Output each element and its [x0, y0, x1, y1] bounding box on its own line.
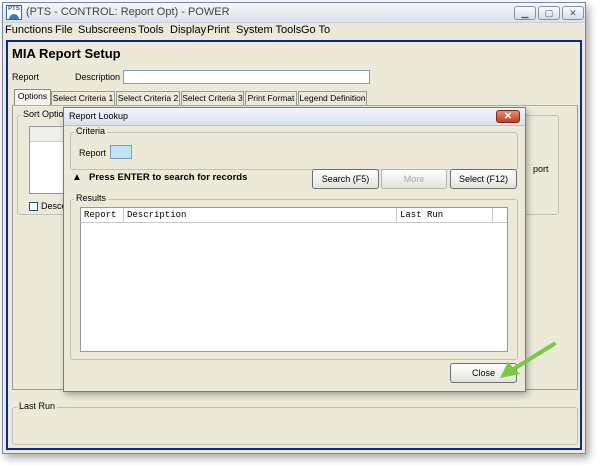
tab-select-criteria-1[interactable]: Select Criteria 1 — [51, 91, 115, 105]
lookup-report-input[interactable] — [110, 145, 132, 159]
minimize-icon[interactable]: ▁ — [514, 6, 536, 20]
triangle-up-icon: ▲ — [72, 172, 82, 183]
menu-subscreens[interactable]: Subscreens — [78, 24, 136, 36]
dialog-close-icon[interactable]: ✕ — [496, 110, 520, 123]
description-input[interactable] — [123, 70, 370, 84]
column-header-last-run[interactable]: Last Run — [397, 208, 493, 223]
menu-tools[interactable]: Tools — [138, 24, 164, 36]
menu-print[interactable]: Print — [207, 24, 230, 36]
app-logo-icon: PTS — [6, 5, 22, 20]
criteria-label: Criteria — [74, 126, 108, 136]
window-titlebar[interactable]: PTS (PTS - CONTROL: Report Opt) - POWER … — [3, 3, 585, 23]
descending-checkbox[interactable] — [29, 202, 38, 211]
description-label: Description — [75, 72, 121, 82]
close-icon[interactable]: ✕ — [562, 6, 584, 20]
search-button[interactable]: Search (F5) — [312, 169, 379, 189]
report-options-label: port — [533, 164, 549, 174]
window-title: (PTS - CONTROL: Report Opt) - POWER — [26, 6, 230, 18]
results-label: Results — [74, 193, 109, 203]
menu-functions[interactable]: Functions — [5, 24, 53, 36]
results-table[interactable]: Report Description Last Run — [80, 207, 508, 352]
select-button[interactable]: Select (F12) — [450, 169, 517, 189]
menu-system-tools[interactable]: System Tools — [236, 24, 301, 36]
more-button[interactable]: More — [381, 169, 447, 189]
criteria-group — [70, 132, 518, 170]
menu-file[interactable]: File — [55, 24, 73, 36]
tab-select-criteria-2[interactable]: Select Criteria 2 — [116, 91, 180, 105]
report-label: Report — [12, 72, 40, 82]
column-header-description[interactable]: Description — [124, 208, 397, 223]
annotation-arrow-icon — [500, 342, 556, 378]
tab-options[interactable]: Options — [14, 89, 51, 106]
dialog-titlebar[interactable]: Report Lookup ✕ — [64, 108, 525, 126]
report-lookup-dialog: Report Lookup ✕ Criteria Report ▲ Press … — [63, 107, 526, 392]
column-header-report[interactable]: Report — [81, 208, 124, 223]
tab-legend-definition[interactable]: Legend Definition — [298, 91, 367, 105]
menu-go-to[interactable]: Go To — [301, 24, 330, 36]
tab-select-criteria-3[interactable]: Select Criteria 3 — [181, 91, 244, 105]
maximize-icon[interactable]: ▢ — [538, 6, 560, 20]
dialog-title: Report Lookup — [69, 111, 129, 121]
tab-print-format[interactable]: Print Format — [245, 91, 297, 105]
last-run-label: Last Run — [17, 401, 58, 411]
column-header-filler — [493, 208, 507, 223]
menu-bar: Functions File Subscreens Tools Display … — [3, 23, 585, 39]
last-run-group — [12, 407, 578, 445]
lookup-report-label: Report — [79, 148, 107, 158]
menu-display[interactable]: Display — [170, 24, 206, 36]
search-hint: Press ENTER to search for records — [89, 172, 248, 183]
page-title: MIA Report Setup — [12, 46, 121, 61]
